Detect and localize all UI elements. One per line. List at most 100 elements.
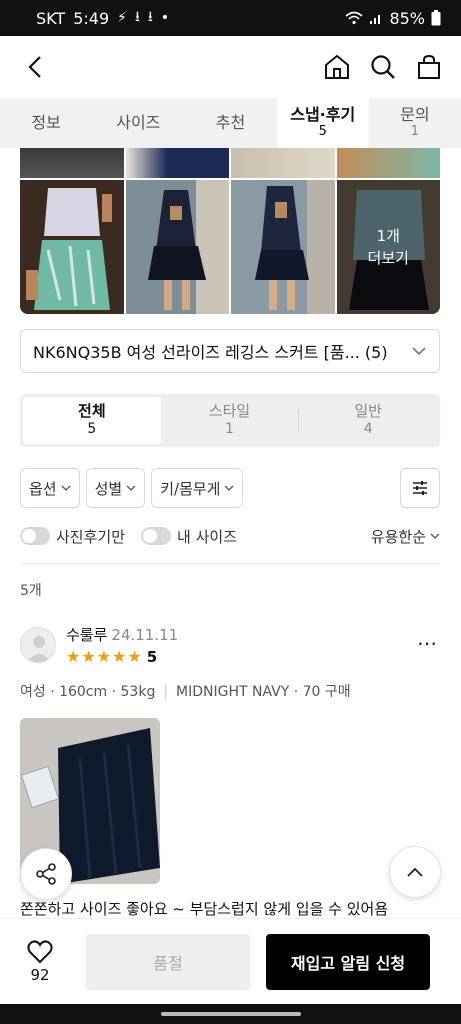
option-filter-chip[interactable]: 옵션 — [20, 468, 80, 508]
reviewer-body-info: 여성 · 160cm · 53kg — [20, 684, 156, 700]
battery-icon — [431, 10, 441, 26]
photo-row: 1개 더보기 — [20, 180, 440, 314]
mirror-selfie-image — [231, 180, 335, 314]
segment-label: 전체 — [78, 402, 106, 421]
like-count: 92 — [30, 965, 50, 984]
star-icon: ★ — [96, 647, 112, 666]
reviewer-name: 수룰루 — [66, 626, 108, 644]
height-weight-filter-chip[interactable]: 키/몸무게 — [151, 468, 244, 508]
toggle-label: 사진후기만 — [56, 527, 126, 546]
more-photos-overlay[interactable]: 1개 더보기 — [336, 180, 440, 314]
filter-settings-button[interactable] — [400, 468, 440, 508]
snap-photo-grid: 1개 더보기 — [20, 148, 440, 314]
restock-alert-button[interactable]: 재입고 알림 신청 — [266, 933, 430, 990]
home-indicator[interactable] — [160, 1012, 301, 1016]
snap-photo-more[interactable]: 1개 더보기 — [336, 180, 440, 314]
tab-label: 문의 — [400, 105, 430, 125]
bottom-action-bar: 92 품절 재입고 알림 신청 — [0, 918, 461, 1004]
dot-icon: • — [160, 10, 170, 26]
segment-style[interactable]: 스타일 1 — [161, 397, 299, 444]
back-button[interactable] — [18, 50, 52, 84]
photo-only-toggle[interactable]: 사진후기만 — [20, 526, 125, 547]
sort-label: 유용한순 — [370, 527, 426, 546]
product-option-select[interactable]: NK6NQ35B 여성 선라이즈 레깅스 스커트 [품... (5) — [20, 329, 440, 373]
segment-count: 1 — [225, 421, 234, 438]
share-button[interactable] — [20, 848, 72, 900]
snap-photo[interactable] — [125, 180, 229, 314]
chevron-down-icon — [430, 533, 440, 539]
chevron-down-icon — [412, 347, 426, 356]
heart-icon — [27, 939, 53, 963]
more-horizontal-icon: ⋯ — [417, 631, 437, 655]
restock-label: 재입고 알림 신청 — [290, 953, 406, 973]
snap-photo[interactable] — [231, 148, 335, 178]
like-button[interactable]: 92 — [10, 939, 70, 984]
mirror-selfie-image — [125, 180, 229, 314]
gender-filter-chip[interactable]: 성별 — [85, 468, 146, 508]
download-icon: ⭳ — [147, 9, 153, 25]
chip-label: 키/몸무게 — [160, 479, 221, 498]
product-option-value: NK6NQ35B 여성 선라이즈 레깅스 스커트 [품... (5) — [33, 343, 388, 362]
status-bar: SKT 5:49 ⚡ ⭳ ⭳ • 85% — [0, 0, 461, 36]
star-icon: ★ — [66, 647, 81, 666]
filter-bar: 옵션 성별 키/몸무게 — [20, 468, 440, 508]
tab-size[interactable]: 사이즈 — [92, 98, 184, 148]
signal-icon — [370, 15, 381, 24]
chip-label: 옵션 — [29, 479, 57, 498]
tab-inquiry[interactable]: 문의 1 — [369, 98, 461, 148]
battery-percent: 85% — [389, 8, 425, 28]
segment-general[interactable]: 일반 4 — [299, 397, 437, 444]
toggle-label: 내 사이즈 — [177, 527, 237, 546]
toggle-switch[interactable] — [20, 527, 50, 545]
sliders-icon — [413, 481, 427, 495]
segment-count: 5 — [87, 421, 97, 438]
home-icon — [325, 54, 349, 79]
soldout-button: 품절 — [86, 933, 250, 990]
segment-count: 4 — [363, 421, 373, 438]
tab-recommend[interactable]: 추천 — [184, 98, 276, 148]
snap-photo[interactable] — [336, 148, 440, 178]
snap-photo[interactable] — [125, 148, 229, 178]
chevron-down-icon — [126, 485, 136, 491]
segment-all[interactable]: 전체 5 — [23, 397, 161, 444]
share-icon — [36, 863, 56, 885]
photo-row-partial — [20, 148, 440, 178]
my-size-toggle[interactable]: 내 사이즈 — [141, 526, 237, 547]
chevron-left-icon — [28, 56, 41, 78]
tab-label: 추천 — [215, 112, 246, 132]
review-text: 쫀쫀하고 사이즈 좋아요 ~ 부담스럽지 않게 입을 수 있어욤 — [20, 900, 389, 918]
garment-flatlay-image — [20, 180, 124, 314]
toggle-switch[interactable] — [141, 527, 172, 545]
tab-label: 사이즈 — [116, 112, 161, 132]
home-button[interactable] — [323, 53, 351, 81]
snap-photo[interactable] — [231, 180, 335, 314]
app-bar — [0, 36, 461, 98]
wifi-icon — [345, 11, 363, 25]
tab-label: 스냅·후기 — [290, 105, 356, 125]
avatar — [20, 627, 56, 663]
search-button[interactable] — [369, 53, 397, 81]
divider — [20, 563, 440, 564]
snap-photo[interactable] — [20, 180, 124, 314]
tab-count: 1 — [410, 123, 420, 139]
more-options-button[interactable]: ⋯ — [416, 632, 438, 654]
segment-label: 일반 — [354, 402, 382, 421]
system-nav-bar — [0, 1004, 461, 1024]
snap-photo[interactable] — [20, 148, 124, 178]
star-icon: ★ — [112, 647, 127, 666]
review-meta: 여성 · 160cm · 53kg | MIDNIGHT NAVY · 70 구매 — [20, 681, 351, 701]
meta-separator: | — [163, 684, 169, 700]
tab-label: 정보 — [31, 112, 61, 132]
sort-dropdown[interactable]: 유용한순 — [371, 526, 440, 547]
reviewer-info: 수룰루 24.11.11 — [66, 624, 178, 645]
star-icon: ★ — [127, 647, 142, 666]
tab-info[interactable]: 정보 — [0, 98, 92, 148]
scroll-top-button[interactable] — [389, 846, 441, 898]
cart-button[interactable] — [415, 53, 443, 81]
more-label: 더보기 — [367, 249, 409, 267]
review-stars: ★ ★ ★ ★ ★ 5 — [66, 648, 157, 666]
star-icon: ★ — [81, 647, 96, 666]
chevron-up-icon — [407, 867, 423, 877]
carrier-label: SKT — [36, 8, 66, 28]
tab-snap-review[interactable]: 스냅·후기 5 — [276, 98, 369, 148]
